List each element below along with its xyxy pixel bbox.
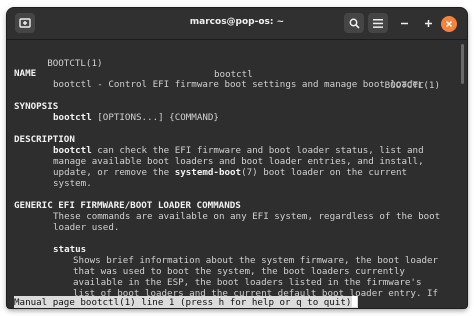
text-cursor [352,296,358,307]
synopsis-line: bootctl [OPTIONS...] {COMMAND} [53,112,219,123]
scrollbar[interactable] [461,44,464,84]
terminal-content[interactable]: BOOTCTL(1) bootctl BOOTCTL(1) NAME bootc… [7,40,467,308]
close-button[interactable] [441,16,457,32]
section-synopsis-heading: SYNOPSIS [14,101,59,112]
name-description: bootctl - Control EFI firmware boot sett… [53,79,424,90]
status-line-2: that was used to boot the system, the bo… [73,266,405,277]
description-text: (7) boot loader on the current [241,167,408,178]
maximize-icon [424,19,432,27]
maximize-button[interactable] [418,13,438,33]
section-name-heading: NAME [14,68,37,79]
minimize-button[interactable] [394,13,414,33]
status-line-3: available in the ESP, the boot loaders l… [73,277,422,288]
hamburger-menu-icon [373,18,383,28]
description-text: can check the EFI firmware and boot load… [91,145,424,156]
man-header: BOOTCTL(1) bootctl BOOTCTL(1) [14,47,460,91]
search-button[interactable] [344,13,364,33]
description-line-1: bootctl can check the EFI firmware and b… [53,145,424,156]
description-line-3: update, or remove the systemd-boot(7) bo… [53,167,407,178]
menu-button[interactable] [368,13,388,33]
close-icon [445,20,453,28]
generic-line-1: These commands are available on any EFI … [53,211,441,222]
section-description-heading: DESCRIPTION [14,134,75,145]
search-icon [349,18,360,29]
description-command: bootctl [53,145,92,156]
pager-status-text: Manual page bootctl(1) line 1 (press h f… [14,297,352,308]
synopsis-command: bootctl [53,112,92,123]
status-line-1: Shows brief information about the system… [73,255,439,266]
systemd-boot-reference: systemd-boot [174,167,242,178]
description-text: update, or remove the [53,167,175,178]
description-line-2: manage available boot loaders and boot l… [53,156,424,167]
synopsis-args: [OPTIONS...] {COMMAND} [91,112,219,123]
generic-line-2: loader used. [53,222,120,233]
terminal-window: marcos@pop-os: ~ BOOTCTL(1) bootctl BOOT… [7,8,467,308]
section-generic-commands-heading: GENERIC EFI FIRMWARE/BOOT LOADER COMMAND… [14,200,241,211]
pager-status-bar: Manual page bootctl(1) line 1 (press h f… [14,296,359,308]
description-line-4: system. [53,178,92,189]
status-command-heading: status [53,244,87,255]
man-header-left: BOOTCTL(1) [47,58,103,69]
minimize-icon [400,22,408,24]
title-bar: marcos@pop-os: ~ [7,8,467,40]
